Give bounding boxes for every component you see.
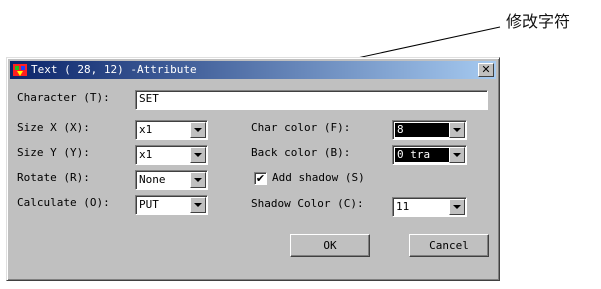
char-color-select[interactable]: 8 bbox=[392, 120, 467, 140]
char-color-value: 8 bbox=[395, 123, 449, 137]
size-x-value: x1 bbox=[139, 123, 153, 136]
calculate-value: PUT bbox=[139, 198, 159, 211]
window-title: Text ( 28, 12) -Attribute bbox=[31, 63, 197, 76]
rotate-select[interactable]: None bbox=[135, 170, 208, 190]
ok-button[interactable]: OK bbox=[290, 234, 370, 257]
character-label: Character (T): bbox=[17, 91, 110, 104]
chevron-down-icon[interactable] bbox=[449, 122, 465, 138]
chevron-down-icon[interactable] bbox=[190, 197, 206, 213]
calculate-label: Calculate (O): bbox=[17, 196, 110, 209]
size-x-select[interactable]: x1 bbox=[135, 120, 208, 140]
chevron-down-icon[interactable] bbox=[449, 199, 465, 215]
character-input[interactable]: SET bbox=[135, 90, 488, 110]
chevron-down-icon[interactable] bbox=[190, 122, 206, 138]
size-y-select[interactable]: x1 bbox=[135, 145, 208, 165]
chevron-down-icon[interactable] bbox=[190, 147, 206, 163]
cancel-button[interactable]: Cancel bbox=[409, 234, 489, 257]
title-bar[interactable]: Text ( 28, 12) -Attribute ✕ bbox=[10, 61, 496, 79]
character-value: SET bbox=[139, 92, 159, 105]
size-y-value: x1 bbox=[139, 148, 153, 161]
size-y-label: Size Y (Y): bbox=[17, 146, 90, 159]
add-shadow-label[interactable]: Add shadow (S) bbox=[272, 171, 365, 185]
calculate-select[interactable]: PUT bbox=[135, 195, 208, 215]
shadow-color-label: Shadow Color (C): bbox=[251, 197, 364, 210]
close-button[interactable]: ✕ bbox=[478, 63, 494, 77]
attribute-dialog: Text ( 28, 12) -Attribute ✕ Character (T… bbox=[6, 57, 500, 281]
rotate-value: None bbox=[139, 173, 166, 186]
back-color-value: 0 tra bbox=[395, 148, 449, 162]
app-icon bbox=[13, 64, 27, 76]
chevron-down-icon[interactable] bbox=[190, 172, 206, 188]
back-color-select[interactable]: 0 tra bbox=[392, 145, 467, 165]
shadow-color-value: 11 bbox=[396, 200, 410, 213]
size-x-label: Size X (X): bbox=[17, 121, 90, 134]
shadow-color-select[interactable]: 11 bbox=[392, 197, 467, 217]
rotate-label: Rotate (R): bbox=[17, 171, 90, 184]
chevron-down-icon[interactable] bbox=[449, 147, 465, 163]
back-color-label: Back color (B): bbox=[251, 146, 351, 159]
char-color-label: Char color (F): bbox=[251, 121, 351, 134]
add-shadow-checkbox[interactable]: ✔ bbox=[254, 172, 267, 185]
